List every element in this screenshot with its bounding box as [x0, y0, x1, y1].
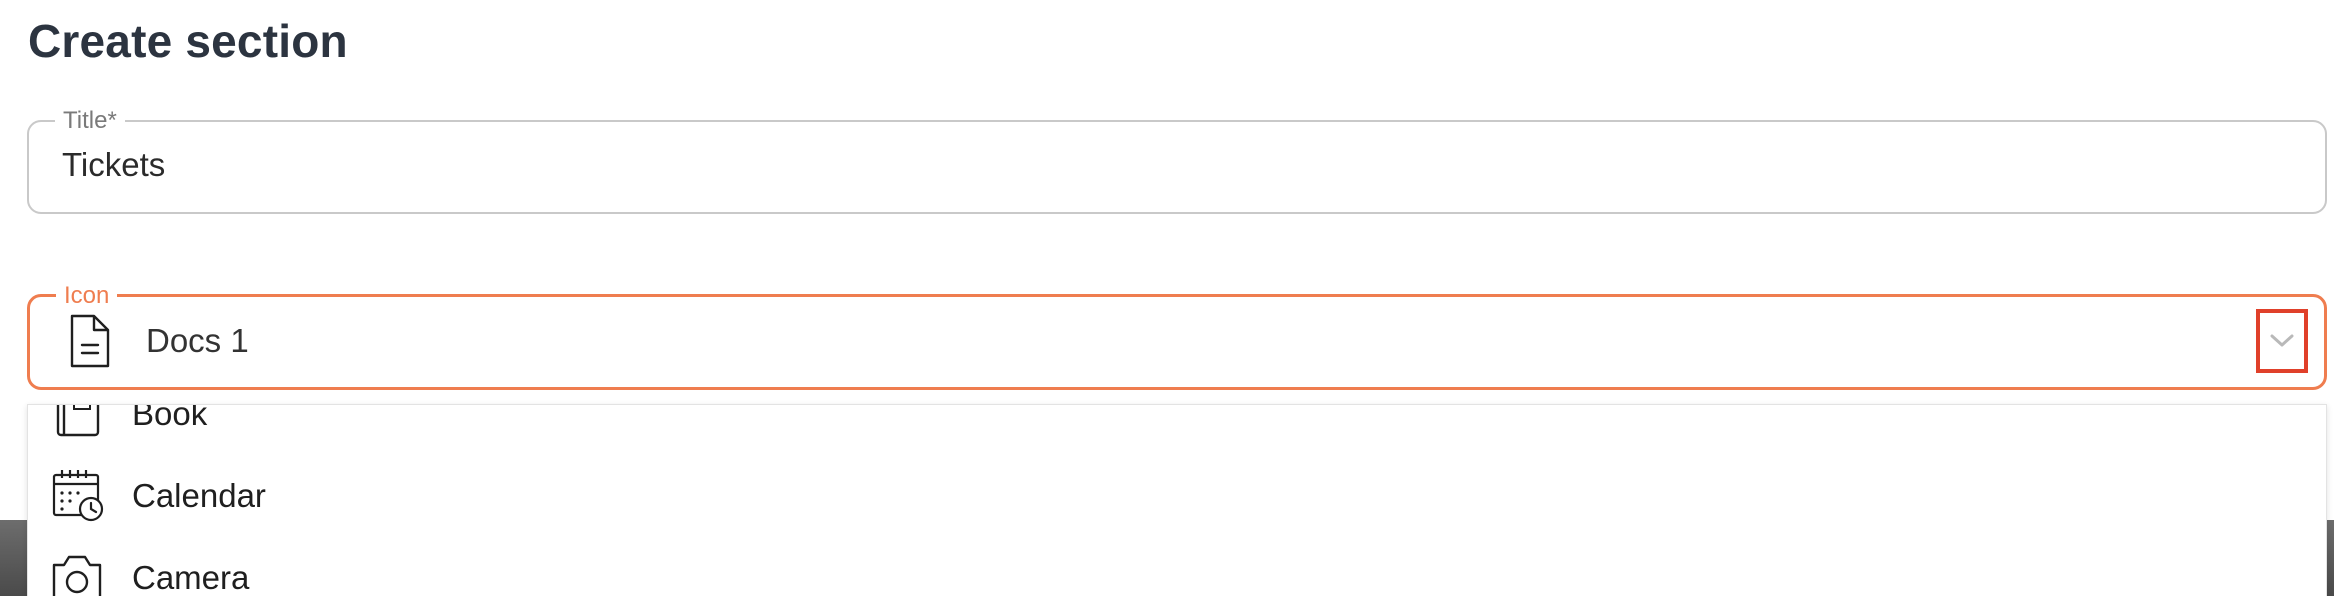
icon-select-value: Docs 1 — [146, 322, 249, 359]
icon-option-camera[interactable]: Camera — [28, 537, 2326, 596]
icon-option-label: Camera — [132, 559, 250, 596]
docs-icon — [70, 314, 110, 368]
create-section-page: Create section Title* Tickets Icon Docs … — [0, 0, 2334, 596]
chevron-down-icon — [2270, 334, 2294, 347]
icon-option-calendar[interactable]: Calendar — [28, 455, 2326, 537]
icon-options-list[interactable]: Book Calendar Camera — [27, 404, 2327, 596]
camera-icon — [52, 555, 102, 596]
dropdown-toggle-button[interactable] — [2256, 309, 2308, 373]
icon-option-label: Calendar — [132, 477, 266, 514]
title-field-label: Title* — [55, 107, 125, 135]
icon-option-book[interactable]: Book — [28, 404, 2326, 455]
book-icon — [56, 405, 100, 437]
calendar-icon — [52, 470, 104, 522]
icon-field-label: Icon — [56, 282, 118, 310]
icon-select[interactable]: Icon Docs 1 — [27, 282, 2327, 390]
title-field[interactable]: Title* Tickets — [27, 107, 2327, 214]
page-title: Create section — [28, 15, 348, 67]
icon-option-label: Book — [132, 404, 208, 432]
title-input[interactable]: Tickets — [62, 146, 165, 184]
